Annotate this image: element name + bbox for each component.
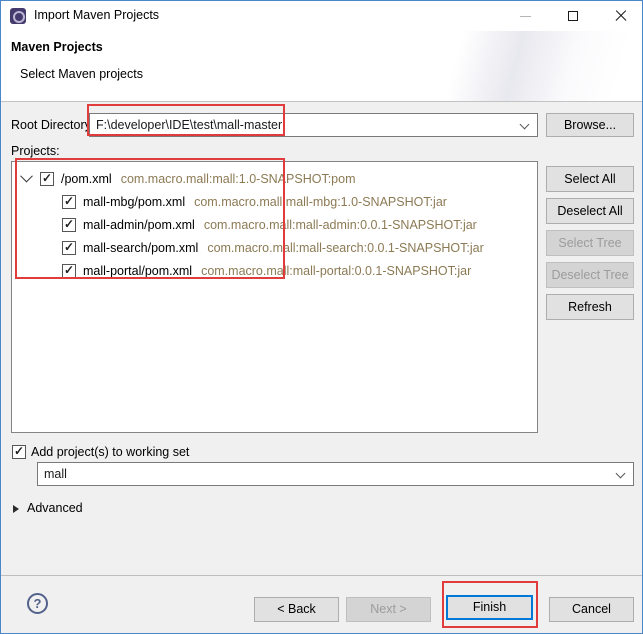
tree-row-pom[interactable]: /pom.xml com.macro.mall:mall:1.0-SNAPSHO… [12, 168, 355, 190]
page-subtitle: Select Maven projects [20, 67, 143, 81]
tree-item-coords: com.macro.mall:mall-search:0.0.1-SNAPSHO… [207, 241, 483, 255]
help-icon[interactable]: ? [27, 593, 48, 614]
window-title: Import Maven Projects [34, 8, 159, 22]
browse-button[interactable]: Browse... [546, 113, 634, 137]
advanced-expander-icon[interactable] [13, 505, 19, 513]
tree-row-mall-search[interactable]: mall-search/pom.xml com.macro.mall:mall-… [62, 237, 484, 259]
root-directory-value: F:\developer\IDE\test\mall-master [90, 118, 282, 132]
projects-label: Projects: [11, 144, 60, 158]
tree-item-coords: com.macro.mall:mall-admin:0.0.1-SNAPSHOT… [204, 218, 477, 232]
working-set-combo[interactable]: mall [37, 462, 634, 486]
tree-row-mall-mbg[interactable]: mall-mbg/pom.xml com.macro.mall:mall-mbg… [62, 191, 447, 213]
deselect-all-button[interactable]: Deselect All [546, 198, 634, 224]
close-button[interactable] [605, 1, 637, 31]
working-set-value: mall [38, 467, 67, 481]
tree-item-label: mall-mbg/pom.xml [83, 195, 185, 209]
tree-checkbox[interactable] [62, 264, 76, 278]
minimize-icon [520, 16, 531, 17]
tree-checkbox[interactable] [62, 218, 76, 232]
chevron-down-icon[interactable] [520, 120, 530, 130]
wizard-banner: Maven Projects Select Maven projects [1, 31, 642, 102]
tree-row-mall-admin[interactable]: mall-admin/pom.xml com.macro.mall:mall-a… [62, 214, 477, 236]
maximize-icon [568, 11, 578, 21]
tree-item-label: mall-portal/pom.xml [83, 264, 192, 278]
working-set-label: Add project(s) to working set [31, 445, 189, 459]
tree-checkbox[interactable] [62, 195, 76, 209]
advanced-label[interactable]: Advanced [27, 501, 83, 515]
tree-item-coords: com.macro.mall:mall-mbg:1.0-SNAPSHOT:jar [194, 195, 447, 209]
expander-chevron-icon[interactable] [20, 169, 33, 182]
title-bar: Import Maven Projects [1, 1, 642, 31]
working-set-checkbox[interactable] [12, 445, 26, 459]
footer-separator [1, 575, 642, 576]
refresh-button[interactable]: Refresh [546, 294, 634, 320]
chevron-down-icon[interactable] [616, 469, 626, 479]
tree-item-coords: com.macro.mall:mall-portal:0.0.1-SNAPSHO… [201, 264, 471, 278]
maven-import-icon [10, 8, 26, 24]
deselect-tree-button: Deselect Tree [546, 262, 634, 288]
tree-row-mall-portal[interactable]: mall-portal/pom.xml com.macro.mall:mall-… [62, 260, 471, 282]
next-button: Next > [346, 597, 431, 622]
back-button[interactable]: < Back [254, 597, 339, 622]
import-maven-projects-dialog: Import Maven Projects Maven Projects Sel… [0, 0, 643, 634]
root-directory-combo[interactable]: F:\developer\IDE\test\mall-master [89, 113, 538, 137]
cancel-button[interactable]: Cancel [549, 597, 634, 622]
root-directory-label: Root Directory: [11, 118, 94, 132]
tree-checkbox[interactable] [62, 241, 76, 255]
tree-item-label: mall-search/pom.xml [83, 241, 198, 255]
projects-tree[interactable]: /pom.xml com.macro.mall:mall:1.0-SNAPSHO… [11, 161, 538, 433]
tree-item-label: mall-admin/pom.xml [83, 218, 195, 232]
minimize-button[interactable] [509, 1, 541, 31]
tree-item-coords: com.macro.mall:mall:1.0-SNAPSHOT:pom [121, 172, 356, 186]
tree-checkbox[interactable] [40, 172, 54, 186]
page-title: Maven Projects [11, 40, 103, 54]
close-icon [615, 10, 627, 22]
select-all-button[interactable]: Select All [546, 166, 634, 192]
tree-item-label: /pom.xml [61, 172, 112, 186]
finish-button[interactable]: Finish [446, 595, 533, 620]
maximize-button[interactable] [557, 1, 589, 31]
select-tree-button: Select Tree [546, 230, 634, 256]
